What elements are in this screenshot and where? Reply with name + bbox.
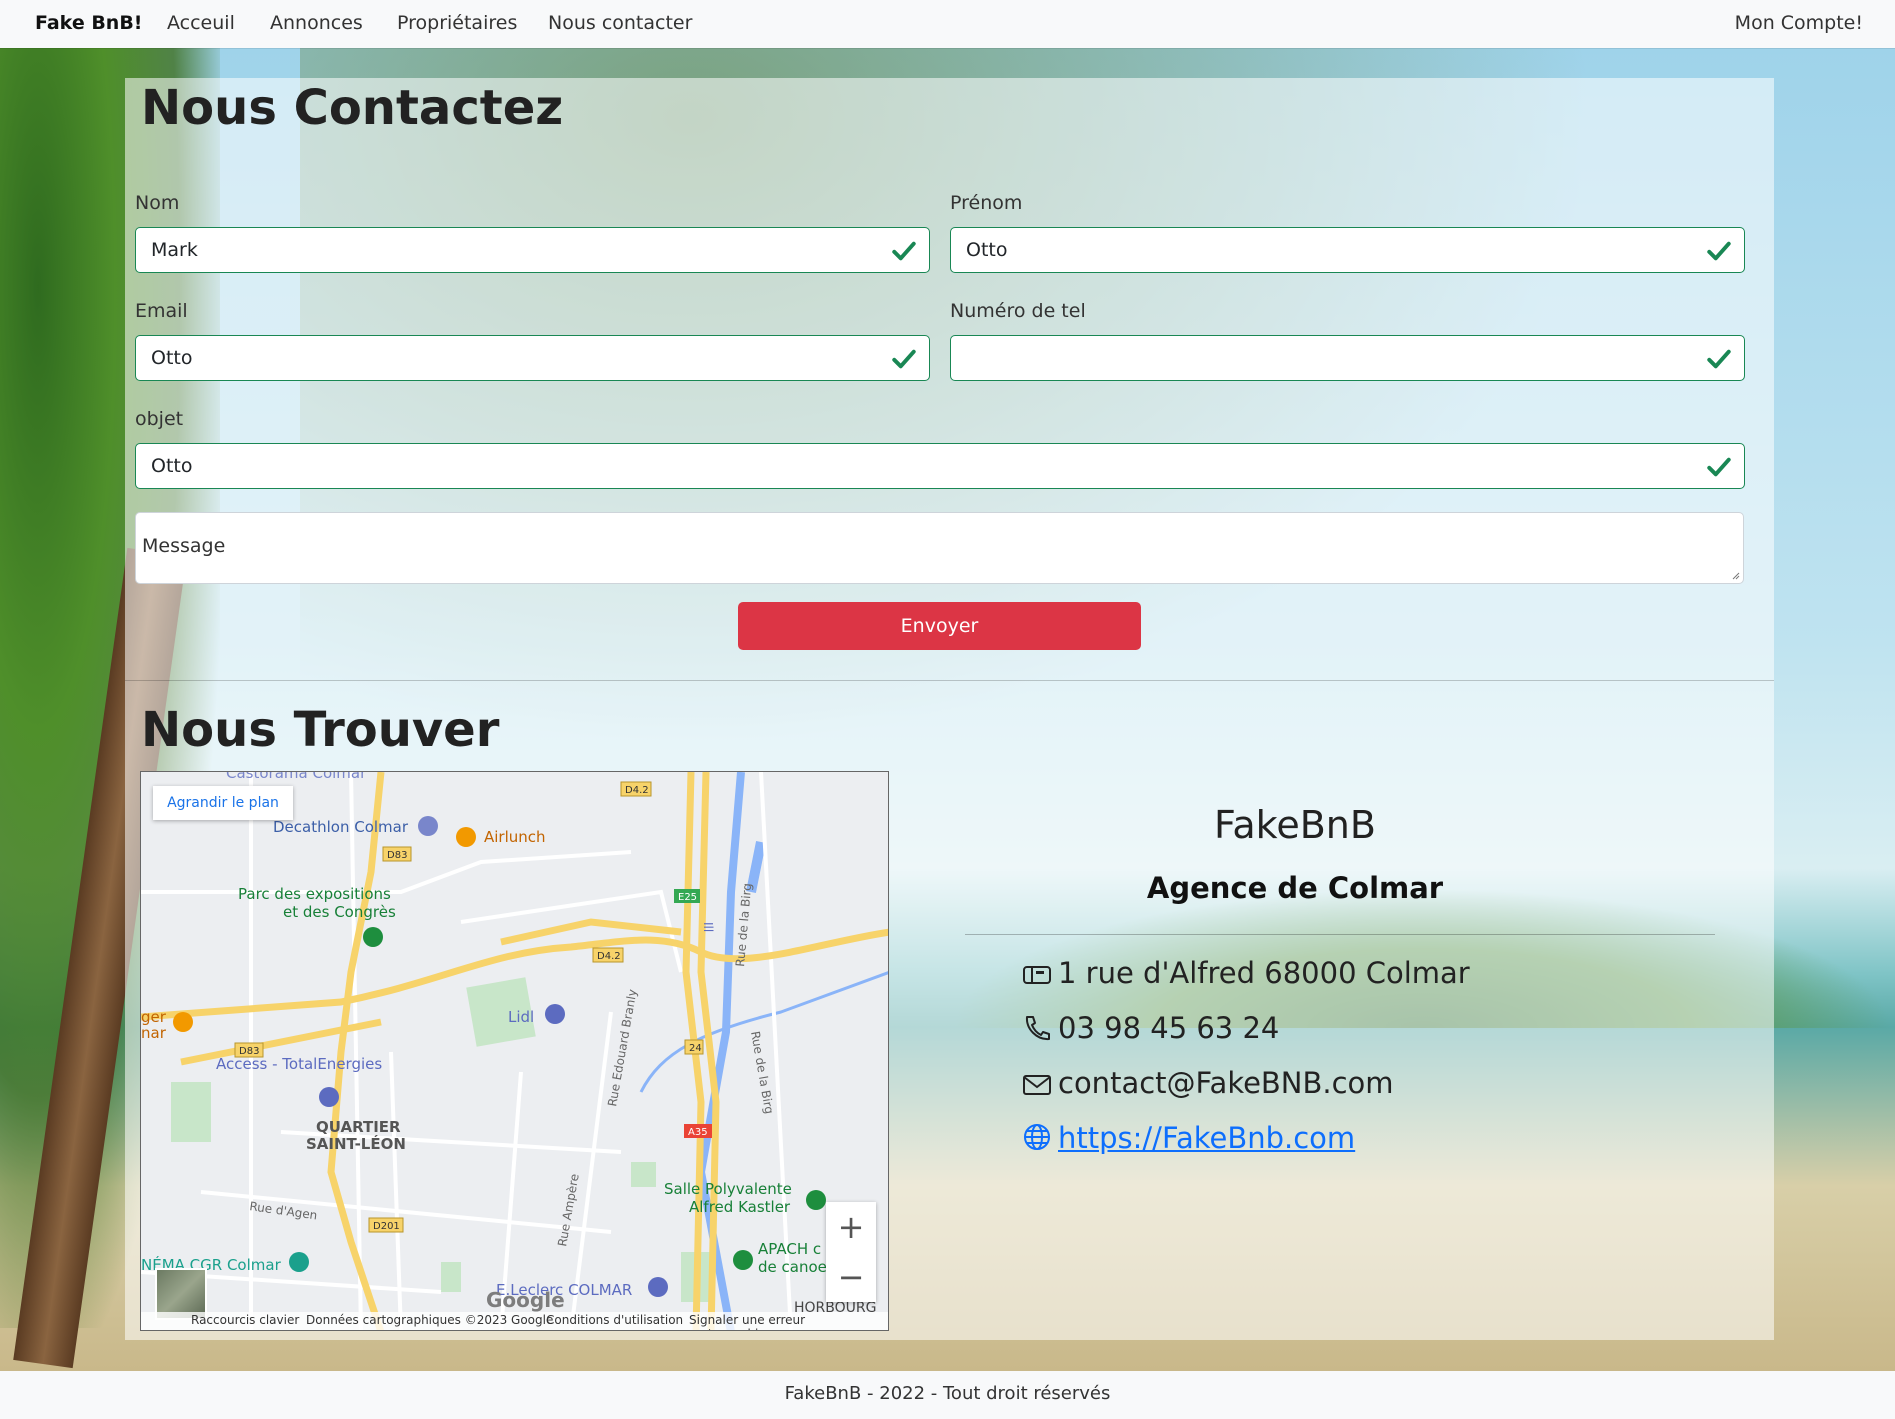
- email-input[interactable]: [136, 336, 884, 380]
- contact-title: Nous Contactez: [141, 80, 564, 136]
- valid-check-icon: [1707, 457, 1731, 477]
- objet-label: objet: [135, 408, 184, 430]
- road-shield: E25: [678, 892, 697, 903]
- road-shield: D83: [387, 850, 407, 861]
- send-button[interactable]: Envoyer: [738, 602, 1141, 650]
- map-data-text: Données cartographiques ©2023 Google: [306, 1313, 554, 1327]
- message-textarea[interactable]: [136, 513, 1743, 583]
- map-label: et des Congrès: [283, 903, 396, 921]
- enlarge-map-button[interactable]: Agrandir le plan: [153, 786, 293, 820]
- valid-check-icon: [1707, 349, 1731, 369]
- road-shield: 24: [689, 1043, 702, 1054]
- road-shield: A35: [688, 1127, 708, 1138]
- map-label: Lidl: [508, 1008, 534, 1026]
- email-text: contact@FakeBNB.com: [1058, 1066, 1394, 1100]
- valid-check-icon: [1707, 241, 1731, 261]
- road-shield: D201: [373, 1221, 400, 1232]
- objet-field: [135, 443, 1745, 489]
- main-panel: Nous Contactez Nom Prénom Email Numéro d…: [125, 78, 1774, 1340]
- address-row: 1 rue d'Alfred 68000 Colmar: [1022, 956, 1470, 990]
- mailbox-icon: [1023, 966, 1051, 984]
- road-shield: D4.2: [597, 951, 621, 962]
- account-link[interactable]: Mon Compte!: [1735, 12, 1863, 34]
- company-name: FakeBnB: [1214, 803, 1376, 847]
- address-text: 1 rue d'Alfred 68000 Colmar: [1058, 956, 1470, 990]
- email-label: Email: [135, 300, 188, 322]
- terms-link[interactable]: Conditions d'utilisation: [546, 1313, 683, 1327]
- google-map[interactable]: Castorama Colmar Decathlon Colmar Airlun…: [140, 771, 889, 1331]
- map-label: Alfred Kastler: [689, 1198, 791, 1216]
- website-link[interactable]: https://FakeBnb.com: [1058, 1121, 1355, 1155]
- map-label: Airlunch: [484, 828, 546, 846]
- prenom-input[interactable]: [951, 228, 1699, 272]
- map-label: Ill: [701, 922, 715, 932]
- navbar: Fake BnB! Acceuil Annonces Propriétaires…: [0, 0, 1895, 48]
- valid-check-icon: [892, 349, 916, 369]
- phone-icon: [1025, 1016, 1050, 1041]
- report-error-link[interactable]: Signaler une erreur cartographique: [689, 1313, 888, 1330]
- info-divider: [965, 934, 1715, 935]
- find-title: Nous Trouver: [141, 702, 500, 758]
- map-label: Rue Ampère: [555, 1173, 582, 1248]
- google-logo: Google: [486, 1288, 565, 1312]
- valid-check-icon: [892, 241, 916, 261]
- tel-input[interactable]: [951, 336, 1699, 380]
- map-footer: Raccourcis clavier Données cartographiqu…: [141, 1312, 888, 1330]
- map-label: Decathlon Colmar: [273, 818, 409, 836]
- brand-link[interactable]: Fake BnB!: [35, 12, 142, 34]
- tel-field: [950, 335, 1745, 381]
- map-roads: Castorama Colmar Decathlon Colmar Airlun…: [141, 772, 888, 1330]
- section-divider: [125, 680, 1774, 681]
- website-row: https://FakeBnb.com: [1022, 1121, 1355, 1155]
- map-label: Castorama Colmar: [226, 772, 367, 782]
- nom-field: [135, 227, 930, 273]
- phone-row: 03 98 45 63 24: [1022, 1011, 1279, 1045]
- map-label: Salle Polyvalente: [664, 1180, 792, 1198]
- map-label: Parc des expositions: [238, 885, 391, 903]
- map-label: APACH c: [758, 1240, 821, 1258]
- zoom-in-button[interactable]: +: [826, 1202, 876, 1252]
- nav-link-annonces[interactable]: Annonces: [270, 12, 363, 34]
- objet-input[interactable]: [136, 444, 1699, 488]
- resize-grip-icon[interactable]: [1730, 570, 1740, 580]
- map-label: Rue Edouard Branly: [605, 988, 639, 1107]
- prenom-label: Prénom: [950, 192, 1023, 214]
- zoom-out-button[interactable]: −: [826, 1252, 876, 1302]
- nom-input[interactable]: [136, 228, 884, 272]
- prenom-field: [950, 227, 1745, 273]
- map-label: Rue de la Birg: [748, 1030, 776, 1115]
- nav-link-nous-contacter[interactable]: Nous contacter: [548, 12, 692, 34]
- road-shield: D4.2: [625, 785, 649, 796]
- zoom-controls: + −: [826, 1202, 876, 1302]
- agency-name: Agence de Colmar: [1146, 871, 1444, 905]
- map-label: Access - TotalEnergies: [216, 1055, 382, 1073]
- globe-icon: [1024, 1124, 1050, 1150]
- envelope-icon: [1023, 1075, 1051, 1095]
- nav-link-acceuil[interactable]: Acceuil: [167, 12, 235, 34]
- email-row: contact@FakeBNB.com: [1022, 1066, 1394, 1100]
- keyboard-shortcuts-link[interactable]: Raccourcis clavier: [191, 1313, 299, 1327]
- nav-link-proprietaires[interactable]: Propriétaires: [397, 12, 517, 34]
- phone-text: 03 98 45 63 24: [1058, 1011, 1280, 1045]
- map-label: de canoe: [758, 1258, 827, 1276]
- map-label: nar: [141, 1024, 167, 1042]
- road-shield: D83: [239, 1046, 259, 1057]
- tel-label: Numéro de tel: [950, 300, 1086, 322]
- message-field: [135, 512, 1744, 584]
- map-label: QUARTIER: [316, 1118, 401, 1136]
- map-label: SAINT-LÉON: [306, 1134, 406, 1153]
- email-field: [135, 335, 930, 381]
- nom-label: Nom: [135, 192, 180, 214]
- page-footer: FakeBnB - 2022 - Tout droit réservés: [0, 1371, 1895, 1419]
